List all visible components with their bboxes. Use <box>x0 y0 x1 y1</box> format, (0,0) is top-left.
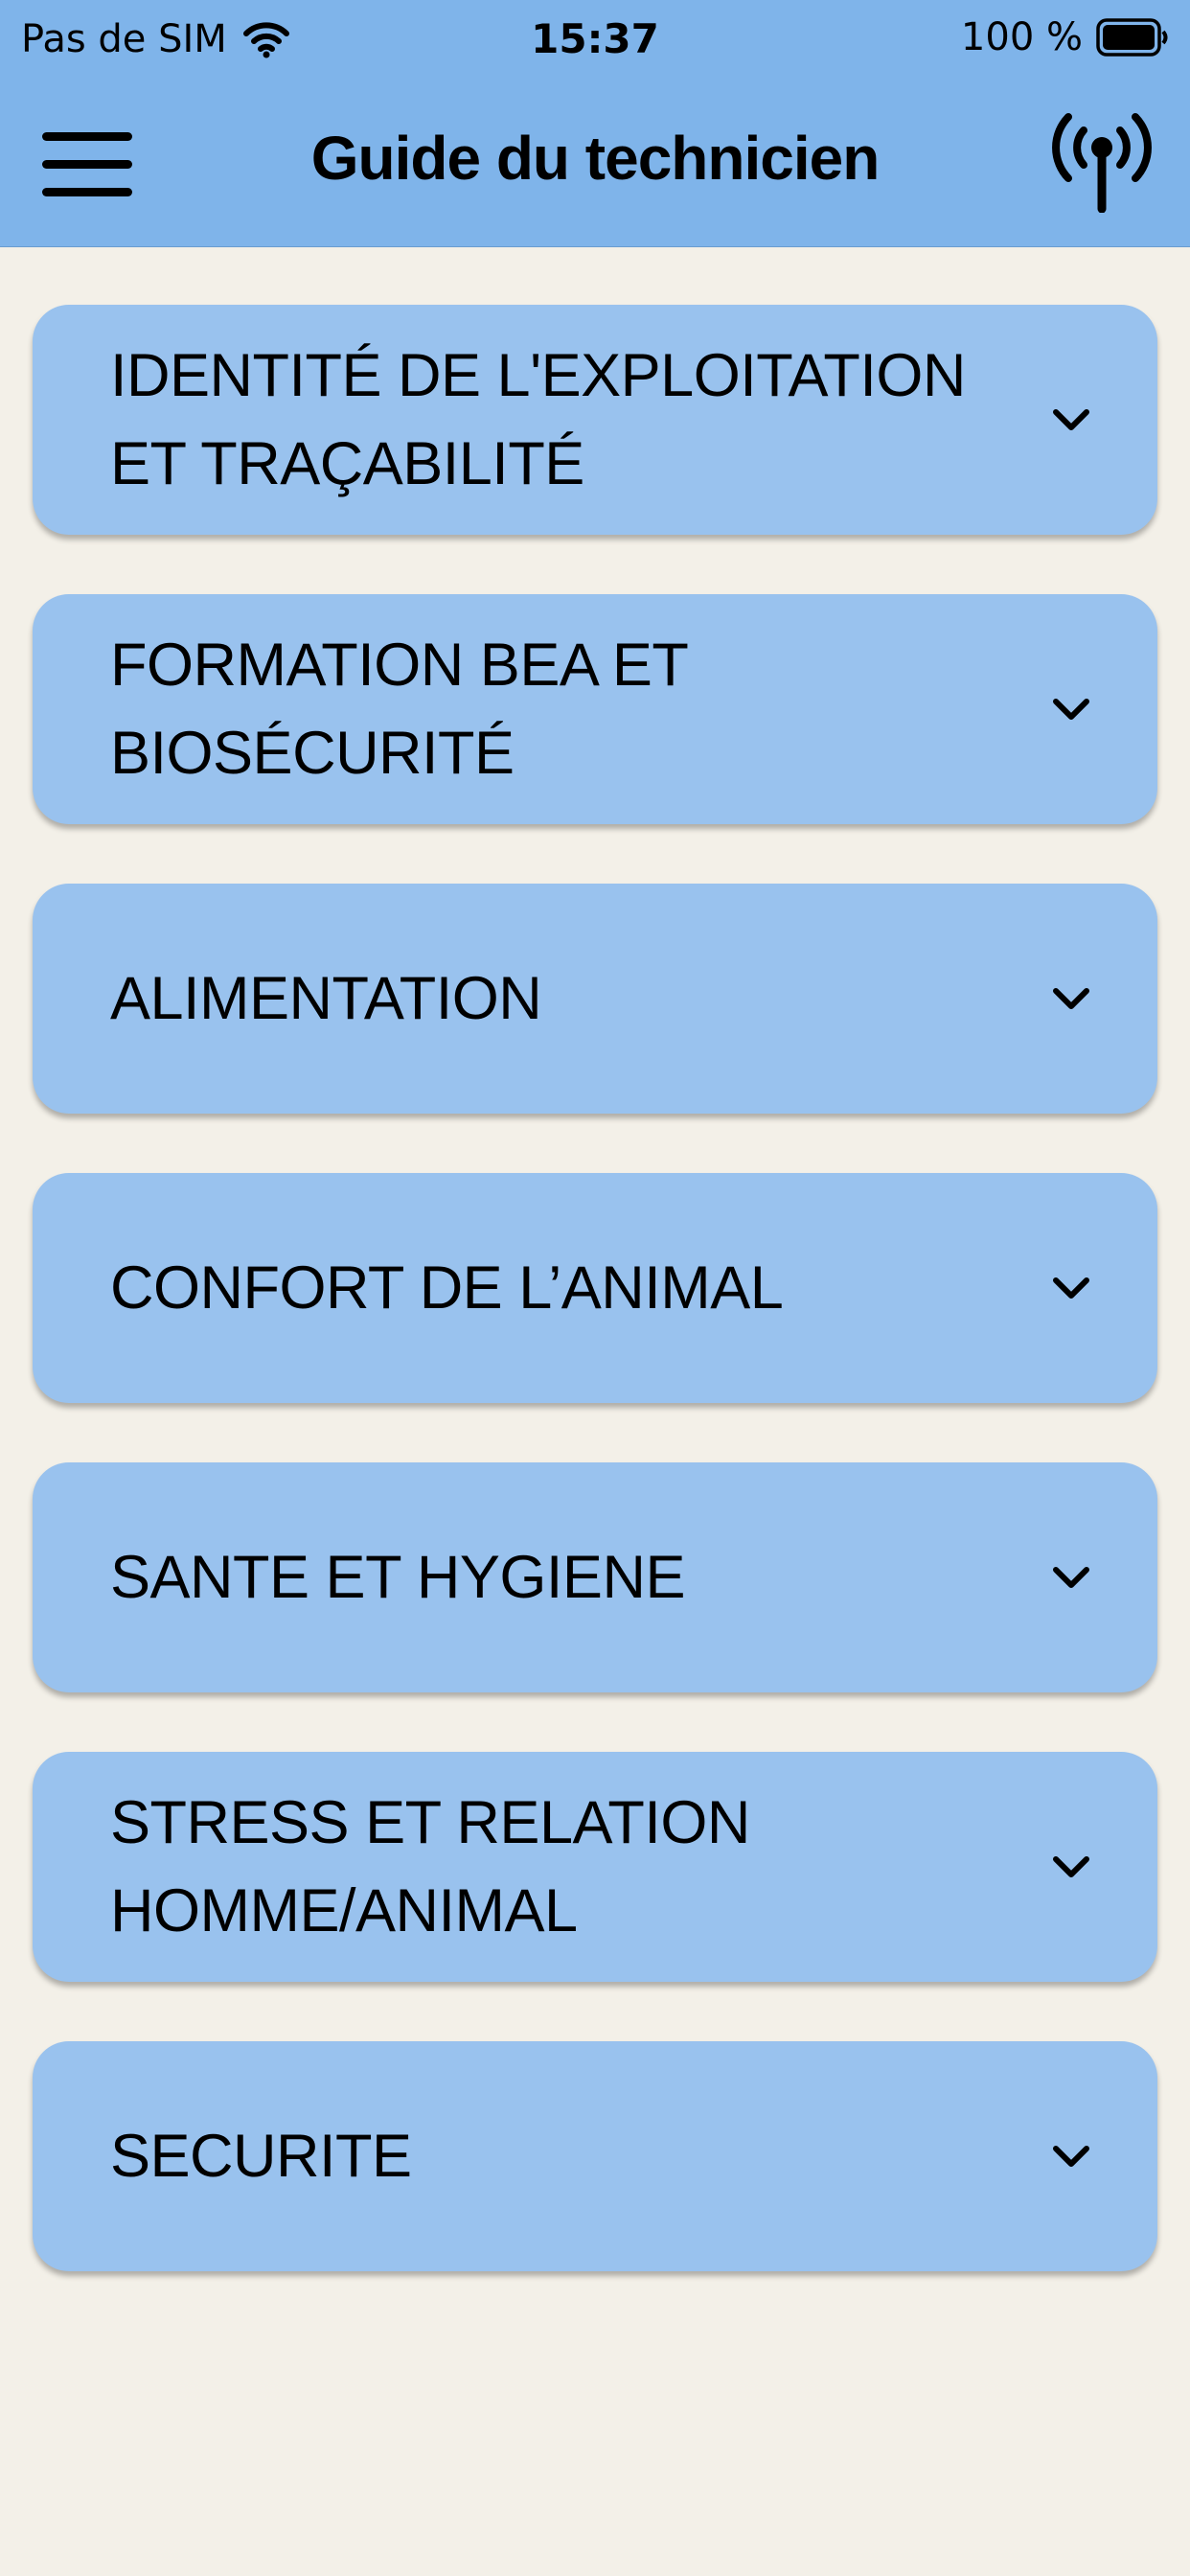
section-label: SANTE ET HYGIENE <box>110 1544 685 1611</box>
section-label: IDENTITÉ DE L'EXPLOITATION ET TRAÇABILIT… <box>110 342 966 497</box>
chevron-down-icon <box>1053 1277 1089 1299</box>
connection-button[interactable] <box>1052 109 1152 214</box>
battery-icon <box>1096 18 1168 57</box>
antenna-icon <box>1052 113 1152 214</box>
section-label: CONFORT DE L’ANIMAL <box>110 1254 784 1322</box>
section-identite-exploitation[interactable]: IDENTITÉ DE L'EXPLOITATION ET TRAÇABILIT… <box>33 305 1157 535</box>
battery-status: 100 % <box>961 15 1169 59</box>
chevron-down-icon <box>1053 409 1089 430</box>
top-bar: Pas de SIM 15:37 100 % Guide du technici <box>0 0 1190 247</box>
section-confort-animal[interactable]: CONFORT DE L’ANIMAL <box>33 1173 1157 1403</box>
section-stress-relation[interactable]: STRESS ET RELATION HOMME/ANIMAL <box>33 1752 1157 1982</box>
page-title: Guide du technicien <box>310 124 881 193</box>
section-label: FORMATION BEA ET BIOSÉCURITÉ <box>110 632 688 787</box>
chevron-down-icon <box>1053 699 1089 720</box>
section-alimentation[interactable]: ALIMENTATION <box>33 884 1157 1114</box>
chevron-down-icon <box>1053 988 1089 1009</box>
sections-list: IDENTITÉ DE L'EXPLOITATION ET TRAÇABILIT… <box>33 305 1157 2331</box>
section-formation-bea[interactable]: FORMATION BEA ET BIOSÉCURITÉ <box>33 594 1157 824</box>
chevron-down-icon <box>1053 1856 1089 1877</box>
section-label: STRESS ET RELATION HOMME/ANIMAL <box>110 1789 750 1944</box>
chevron-down-icon <box>1053 2146 1089 2167</box>
section-securite[interactable]: SECURITE <box>33 2041 1157 2271</box>
status-bar: Pas de SIM 15:37 100 % <box>0 0 1190 84</box>
battery-percentage: 100 % <box>960 15 1083 59</box>
section-label: SECURITE <box>110 2123 412 2190</box>
section-label: ALIMENTATION <box>110 965 542 1032</box>
chevron-down-icon <box>1053 1567 1089 1588</box>
section-sante-hygiene[interactable]: SANTE ET HYGIENE <box>33 1462 1157 1692</box>
